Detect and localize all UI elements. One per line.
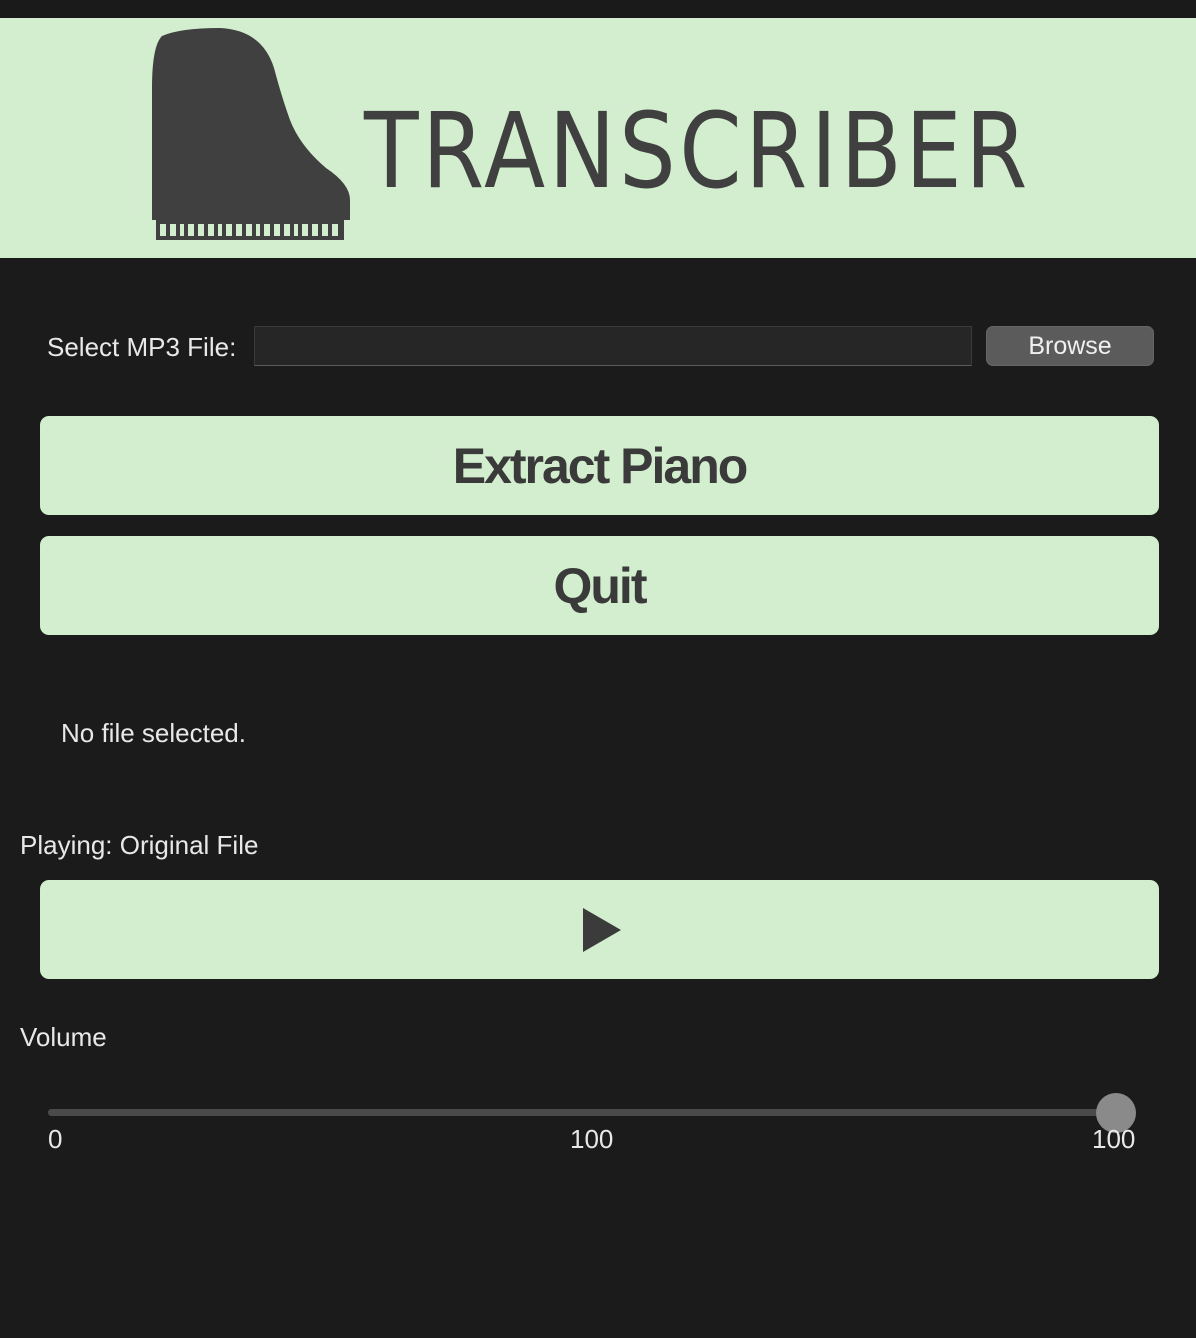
- playing-label: Playing: Original File: [20, 830, 259, 860]
- volume-slider-fill: [48, 1109, 1116, 1116]
- extract-piano-button[interactable]: Extract Piano: [40, 416, 1159, 515]
- status-text: No file selected.: [61, 718, 246, 748]
- app-title: TRANSCRIBER: [364, 90, 1031, 212]
- header-banner: TRANSCRIBER: [0, 18, 1196, 258]
- volume-tick-min: 0: [48, 1124, 63, 1154]
- quit-button[interactable]: Quit: [40, 536, 1159, 635]
- play-button[interactable]: [40, 880, 1159, 979]
- select-file-label: Select MP3 File:: [47, 332, 237, 362]
- browse-button[interactable]: Browse: [986, 326, 1154, 366]
- grand-piano-icon: [152, 28, 350, 240]
- volume-slider-track[interactable]: [48, 1109, 1136, 1116]
- volume-label: Volume: [20, 1022, 107, 1052]
- volume-tick-max: 100: [1092, 1124, 1136, 1154]
- play-icon: [582, 907, 621, 952]
- title-strip: [0, 0, 1196, 18]
- app-window: TRANSCRIBER Select MP3 File: Browse Extr…: [0, 0, 1196, 1338]
- file-path-input[interactable]: [254, 326, 972, 366]
- volume-tick-mid: 100: [570, 1124, 614, 1154]
